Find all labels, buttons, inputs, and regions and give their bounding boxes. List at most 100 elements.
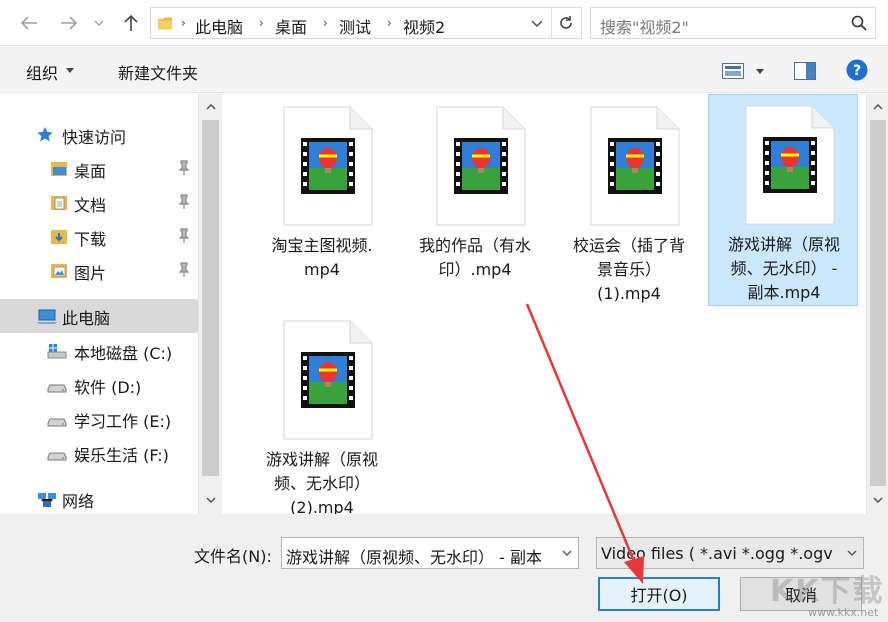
pin-icon[interactable]	[177, 262, 191, 278]
chevron-up-icon	[873, 104, 883, 110]
nav-quick-access[interactable]: 快速访问	[0, 118, 198, 152]
scroll-up-button[interactable]	[870, 99, 886, 115]
chevron-down-icon[interactable]	[756, 69, 764, 74]
file-name: 游戏讲解（原视 频、无水印） - 副本.mp4	[727, 235, 840, 302]
breadcrumb-item[interactable]: 桌面	[275, 14, 307, 38]
nav-drive-f[interactable]: 娱乐生活 (F:)	[0, 436, 198, 470]
file-tile[interactable]: 淘宝主图视频. mp4	[247, 96, 397, 306]
forward-arrow-icon	[61, 16, 78, 30]
nav-this-pc[interactable]: 此电脑	[0, 299, 198, 333]
file-name: 游戏讲解（原视 频、无水印） (2).mp4	[265, 450, 378, 517]
nav-label: 本地磁盘 (C:)	[74, 344, 173, 363]
breadcrumb-item[interactable]: 测试	[339, 14, 371, 38]
file-name: 我的作品（有水 印）.mp4	[418, 236, 531, 279]
search-icon[interactable]	[851, 15, 867, 31]
preview-pane-icon[interactable]	[794, 62, 816, 80]
pin-icon[interactable]	[177, 160, 191, 176]
documents-folder-icon	[51, 196, 67, 210]
file-tile[interactable]: 我的作品（有水 印）.mp4	[400, 96, 550, 306]
scroll-down-button[interactable]	[203, 492, 219, 508]
nav-drive-c[interactable]: 本地磁盘 (C:)	[0, 334, 198, 368]
view-options-icon[interactable]	[722, 63, 744, 79]
breadcrumb-item[interactable]: 视频2	[403, 14, 445, 38]
nav-drive-e[interactable]: 学习工作 (E:)	[0, 402, 198, 436]
breadcrumb-separator: ›	[181, 16, 186, 30]
nav-label: 娱乐生活 (F:)	[74, 446, 169, 465]
file-name: 校运会（插了背 景音乐） (1).mp4	[572, 236, 685, 303]
scroll-thumb[interactable]	[202, 120, 219, 476]
drive-icon	[47, 418, 67, 427]
scroll-up-button[interactable]	[203, 99, 219, 115]
pin-icon[interactable]	[177, 194, 191, 210]
computer-icon	[37, 309, 57, 324]
chevron-up-icon	[206, 104, 216, 110]
pin-icon[interactable]	[177, 228, 191, 244]
nav-drive-d[interactable]: 软件 (D:)	[0, 368, 198, 402]
forward-button[interactable]	[58, 12, 80, 34]
nav-label: 学习工作 (E:)	[74, 412, 172, 431]
search-input[interactable]: 搜索"视频2"	[590, 7, 876, 39]
organize-button[interactable]: 组织	[26, 60, 58, 84]
nav-label: 快速访问	[62, 128, 127, 147]
watermark-logo: KK下载 www.kkx.net	[770, 566, 884, 620]
up-arrow-icon	[124, 14, 138, 31]
nav-label: 文档	[74, 196, 107, 215]
filename-input[interactable]: 游戏讲解（原视频、无水印） - 副本	[281, 537, 579, 569]
refresh-icon[interactable]	[557, 14, 575, 32]
nav-documents[interactable]: 文档	[0, 186, 198, 220]
file-tile[interactable]: 校运会（插了背 景音乐） (1).mp4	[554, 96, 704, 306]
breadcrumb-item[interactable]: 此电脑	[195, 14, 243, 38]
svg-text:?: ?	[853, 63, 861, 79]
nav-downloads[interactable]: 下载	[0, 220, 198, 254]
nav-label: 软件 (D:)	[74, 378, 142, 397]
chevron-down-icon	[94, 20, 104, 26]
chevron-down-icon[interactable]	[531, 20, 543, 28]
file-name: 淘宝主图视频. mp4	[271, 236, 373, 279]
breadcrumb-separator: ›	[323, 16, 328, 30]
filename-dropdown-button[interactable]	[556, 538, 578, 568]
scroll-thumb[interactable]	[870, 120, 886, 486]
file-tile-selected[interactable]: 游戏讲解（原视 频、无水印） - 副本.mp4	[708, 94, 858, 306]
downloads-folder-icon	[51, 230, 67, 244]
help-icon[interactable]: ?	[846, 59, 868, 81]
nav-label: 下载	[74, 230, 107, 249]
recent-locations-button[interactable]	[92, 12, 106, 34]
open-button[interactable]: 打开(O)	[598, 577, 720, 611]
video-file-icon	[590, 106, 680, 226]
address-bar[interactable]: › 此电脑 › 桌面 › 测试 › 视频2	[150, 7, 582, 39]
filetype-select[interactable]: Video files ( *.avi *.ogg *.ogv	[596, 537, 864, 569]
desktop-folder-icon	[51, 162, 67, 176]
chevron-down-icon	[847, 550, 857, 556]
scroll-down-button[interactable]	[870, 492, 886, 508]
nav-pictures[interactable]: 图片	[0, 254, 198, 288]
nav-label: 桌面	[74, 162, 107, 181]
nav-scrollbar[interactable]	[198, 94, 222, 514]
folder-icon	[158, 17, 172, 30]
breadcrumb-separator: ›	[387, 16, 392, 30]
star-icon	[37, 127, 53, 142]
drive-icon	[47, 384, 67, 393]
back-button[interactable]	[18, 12, 40, 34]
up-button[interactable]	[120, 12, 142, 34]
file-list: 淘宝主图视频. mp4 我的作品（有水 印）.mp4 校运会（插了背 景音乐） (1).…	[222, 94, 866, 517]
filetype-dropdown-button[interactable]	[841, 538, 863, 568]
nav-desktop[interactable]: 桌面	[0, 152, 198, 186]
file-tile[interactable]: 游戏讲解（原视 频、无水印） (2).mp4	[247, 310, 397, 520]
drive-icon	[47, 452, 67, 461]
video-file-icon	[745, 105, 835, 225]
video-file-icon	[436, 106, 526, 226]
file-scrollbar[interactable]	[866, 94, 888, 514]
filename-label: 文件名(N):	[194, 547, 272, 566]
network-icon	[38, 493, 56, 507]
navigation-pane: 快速访问 桌面 文档 下载 图片 此电脑 本地磁盘 (C:) 软件 (D:) 学…	[0, 94, 222, 514]
chevron-down-icon	[206, 497, 216, 503]
address-row: › 此电脑 › 桌面 › 测试 › 视频2 搜索"视频2"	[0, 0, 888, 46]
nav-label: 此电脑	[62, 309, 111, 328]
new-folder-button[interactable]: 新建文件夹	[118, 60, 198, 84]
watermark-url: www.kkx.net	[808, 606, 879, 619]
watermark-text: KK下载	[770, 574, 885, 609]
filename-value: 游戏讲解（原视频、无水印） - 副本	[286, 548, 542, 567]
nav-network[interactable]: 网络	[0, 482, 198, 516]
video-file-icon	[283, 320, 373, 440]
nav-label: 网络	[62, 492, 95, 511]
